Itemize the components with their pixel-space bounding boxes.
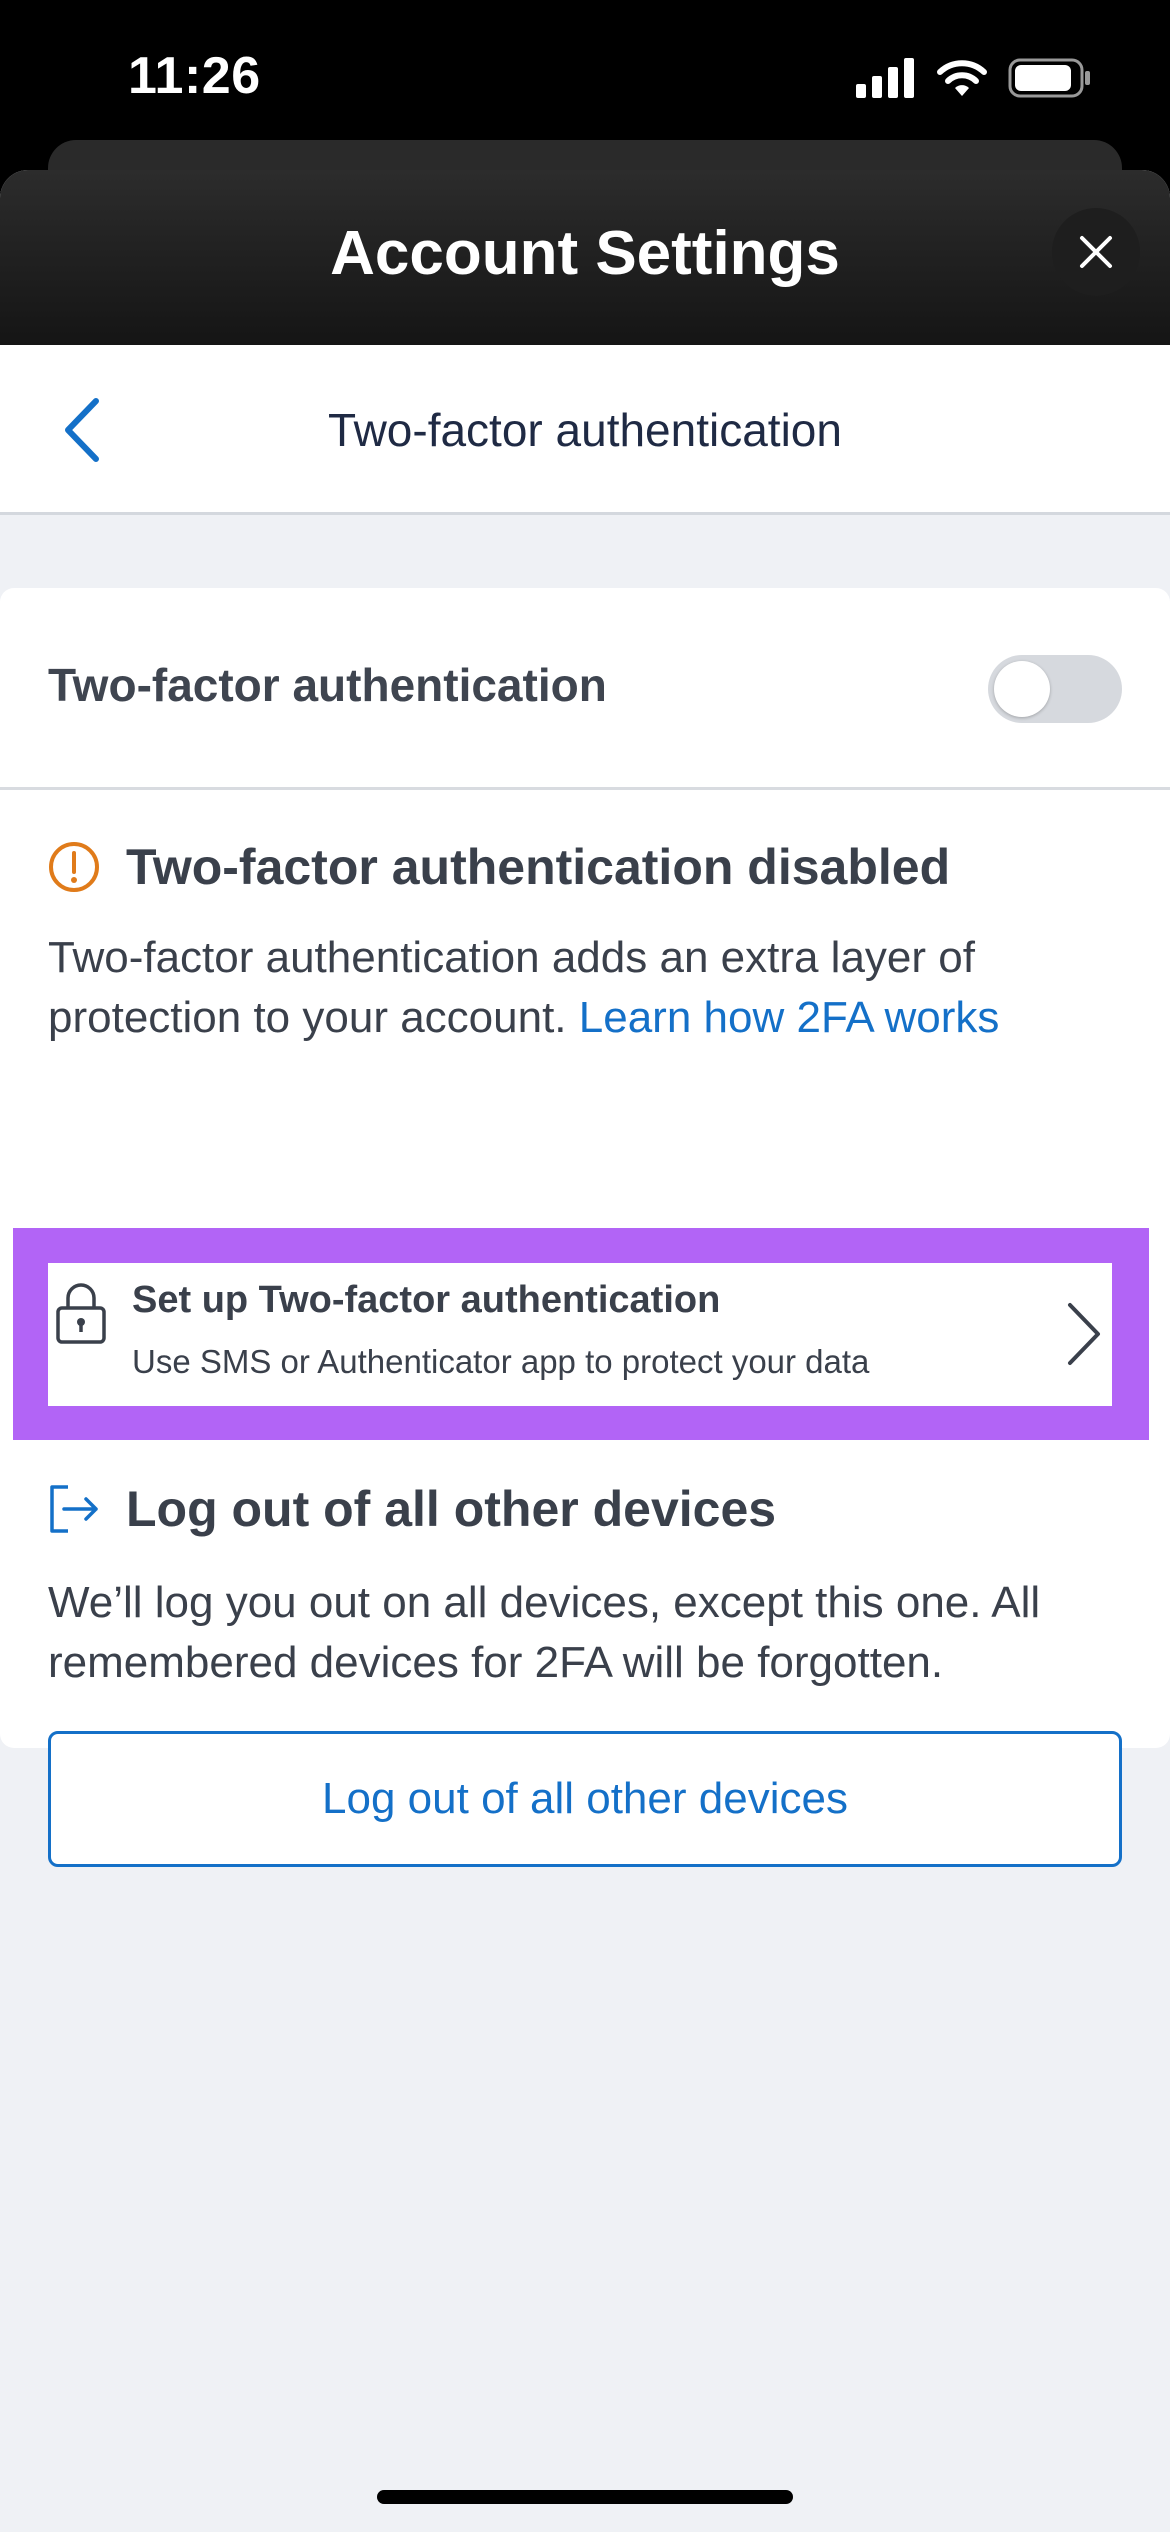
setup-title: Set up Two-factor authentication: [132, 1279, 721, 1321]
close-button[interactable]: [1052, 208, 1140, 296]
setup-subtitle: Use SMS or Authenticator app to protect …: [132, 1343, 870, 1380]
logout-icon: [50, 1485, 98, 1533]
account-settings-sheet: Account Settings Two-factor authenticati…: [0, 170, 1170, 2532]
disabled-description: Two-factor authentication adds an extra …: [48, 928, 1128, 1048]
settings-card: Two-factor authentication Two-factor aut…: [0, 588, 1170, 1867]
cellular-signal-icon: [856, 58, 914, 98]
close-icon: [1080, 236, 1112, 268]
lock-icon: [56, 1283, 106, 1344]
learn-2fa-link[interactable]: Learn how 2FA works: [579, 993, 1000, 1042]
status-time: 11:26: [128, 47, 261, 105]
disabled-heading: Two-factor authentication disabled: [126, 839, 951, 895]
screen: 11:26 Account Settings Two-factor authen…: [0, 0, 1170, 2532]
home-indicator[interactable]: [377, 2490, 793, 2504]
navigation-bar: Two-factor authentication: [0, 345, 1170, 515]
two-factor-toggle-row: Two-factor authentication: [0, 588, 1170, 790]
sheet-header: Account Settings: [0, 170, 1170, 345]
two-factor-toggle-label: Two-factor authentication: [48, 659, 607, 711]
chevron-right-icon: [1068, 1303, 1100, 1365]
warning-circle-icon: [49, 842, 99, 892]
disabled-heading-row: Two-factor authentication disabled: [48, 838, 950, 896]
battery-icon: [1008, 58, 1090, 98]
two-factor-toggle[interactable]: [988, 655, 1122, 723]
page-title: Account Settings: [330, 219, 840, 288]
wifi-icon: [937, 60, 987, 96]
logout-other-devices-button[interactable]: Log out of all other devices: [48, 1731, 1122, 1867]
setup-two-factor-item[interactable]: Set up Two-factor authentication Use SMS…: [48, 1263, 1112, 1406]
nav-title: Two-factor authentication: [328, 404, 842, 456]
logout-heading-row: Log out of all other devices: [48, 1480, 776, 1538]
logout-description: We’ll log you out on all devices, except…: [48, 1578, 1041, 1687]
status-bar: 11:26: [0, 0, 1170, 150]
toggle-knob: [994, 661, 1050, 717]
status-icons: [856, 56, 1092, 100]
logout-heading: Log out of all other devices: [126, 1481, 777, 1537]
